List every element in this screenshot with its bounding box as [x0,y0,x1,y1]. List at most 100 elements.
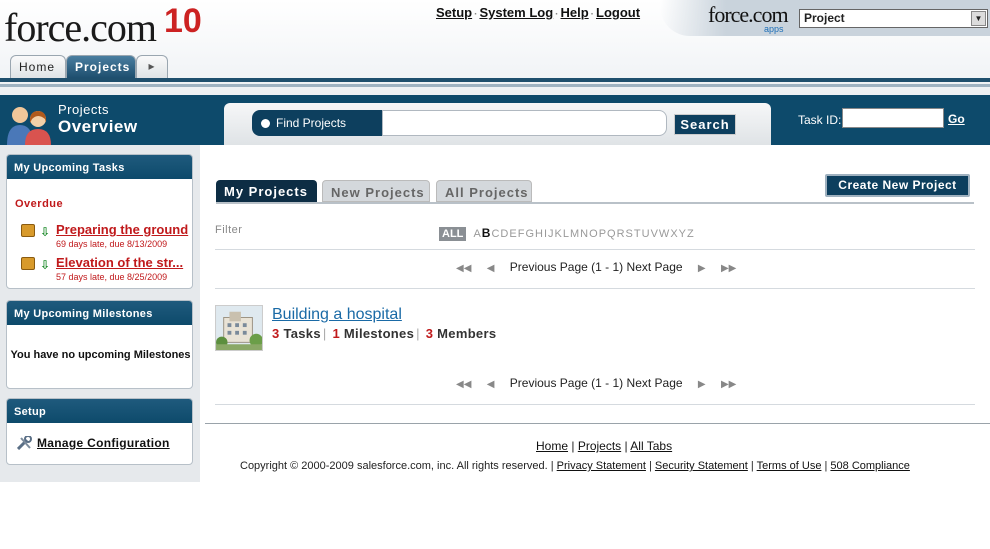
filter-letter[interactable]: L [563,228,569,240]
footer-projects-link[interactable]: Projects [578,439,621,453]
filter-letter[interactable]: U [642,228,650,240]
filter-letter[interactable]: K [555,228,562,240]
app-select[interactable]: Project ▼ [799,9,988,28]
filter-letter[interactable]: V [651,228,658,240]
first-page-icon[interactable]: ◀◀ [456,379,471,390]
tab-projects[interactable]: Projects [66,55,136,78]
upcoming-tasks-box: My Upcoming Tasks Overdue ⇩ Preparing th… [6,154,193,289]
filter-letter[interactable]: F [518,228,525,240]
chevron-down-icon[interactable]: ▼ [971,11,986,26]
security-statement-link[interactable]: Security Statement [655,460,748,472]
task-folder-icon [21,257,35,270]
prev-page-icon[interactable]: ◀ [487,263,495,274]
filter-letter[interactable]: Q [607,228,616,240]
task-id-input[interactable] [842,108,944,128]
help-link[interactable]: Help [561,5,589,20]
filter-letter[interactable]: I [544,228,547,240]
pager-bottom: ◀◀ ◀ Previous Page (1 - 1) Next Page ▶ ▶… [456,376,736,390]
next-page-link[interactable]: Next Page [627,260,683,274]
filter-letter[interactable]: R [617,228,625,240]
link-separator: · [474,9,478,20]
filter-letter[interactable]: P [599,228,606,240]
tab-my-projects[interactable]: My Projects [216,180,317,202]
filter-letter[interactable]: J [548,228,554,240]
logout-link[interactable]: Logout [596,5,640,20]
project-name-link[interactable]: Building a hospital [272,306,402,324]
system-log-link[interactable]: System Log [479,5,553,20]
filter-letter[interactable]: T [634,228,641,240]
filter-letter[interactable]: A [473,228,480,240]
tasks-label: Tasks [283,326,321,341]
upcoming-tasks-title: My Upcoming Tasks [7,155,192,179]
filter-letter[interactable]: C [491,228,499,240]
divider [215,404,975,405]
logo-badge: 10 [164,2,202,40]
task-due: 69 days late, due 8/13/2009 [56,239,168,249]
setup-title: Setup [7,399,192,423]
milestones-label: Milestones [343,326,415,341]
page-range: (1 - 1) [591,376,624,390]
filter-letter[interactable]: E [509,228,516,240]
last-page-icon[interactable]: ▶▶ [721,263,736,274]
search-button[interactable]: Search [674,114,736,135]
find-projects-label: Find Projects [252,110,382,136]
footer-home-link[interactable]: Home [536,439,568,453]
page-title-small: Projects [58,102,109,117]
search-panel: Find Projects Search [224,103,771,145]
task-id-go-link[interactable]: Go [948,112,965,126]
members-count: 3 [425,326,434,341]
task-due: 57 days late, due 8/25/2009 [56,272,168,282]
next-page-link[interactable]: Next Page [627,376,683,390]
previous-page-link[interactable]: Previous Page [510,260,588,274]
find-projects-text: Find Projects [276,116,347,130]
tab-home[interactable]: Home [10,55,66,78]
task-folder-icon [21,224,35,237]
tab-more-arrow-icon[interactable]: ▸ [136,55,168,78]
divider [215,288,975,289]
tab-all-projects[interactable]: All Projects [436,180,532,202]
top-header: force.com 10 Setup · System Log · Help · Logou… [0,0,990,95]
stats-separator: | [416,326,420,341]
project-tabs-underline [216,202,974,204]
prev-page-icon[interactable]: ◀ [487,379,495,390]
force-com-apps-logo: force.com apps [708,2,789,34]
logo-wordmark: force.com [4,5,157,50]
filter-letter[interactable]: H [535,228,543,240]
first-page-icon[interactable]: ◀◀ [456,263,471,274]
tabbar-divider [0,78,990,82]
manage-configuration-link[interactable]: Manage Configuration [37,436,170,450]
filter-letter[interactable]: W [659,228,669,240]
filter-letter[interactable]: B [482,226,491,240]
task-link[interactable]: Elevation of the str... [56,255,183,270]
footer-all-tabs-link[interactable]: All Tabs [630,439,672,453]
filter-letter[interactable]: Y [679,228,686,240]
create-new-project-button[interactable]: Create New Project [825,174,970,197]
previous-page-link[interactable]: Previous Page [510,376,588,390]
members-label: Members [437,326,497,341]
filter-letter[interactable]: G [525,228,534,240]
filter-letter[interactable]: M [570,228,579,240]
pager-top: ◀◀ ◀ Previous Page (1 - 1) Next Page ▶ ▶… [456,260,736,274]
filter-letter[interactable]: Z [687,228,694,240]
link-separator: · [555,9,559,20]
next-page-icon[interactable]: ▶ [698,263,706,274]
508-compliance-link[interactable]: 508 Compliance [830,460,910,472]
last-page-icon[interactable]: ▶▶ [721,379,736,390]
filter-letter[interactable]: N [580,228,588,240]
arrow-down-icon: ⇩ [40,225,51,239]
next-page-icon[interactable]: ▶ [698,379,706,390]
filter-letter[interactable]: O [589,228,598,240]
tasks-count: 3 [272,326,280,341]
privacy-statement-link[interactable]: Privacy Statement [557,460,646,472]
task-link[interactable]: Preparing the ground [56,222,188,237]
terms-of-use-link[interactable]: Terms of Use [757,460,822,472]
filter-letter[interactable]: X [670,228,677,240]
tab-new-projects[interactable]: New Projects [322,180,430,202]
filter-all[interactable]: ALL [439,227,467,241]
filter-letter[interactable]: D [500,228,508,240]
search-input[interactable] [382,110,667,136]
filter-letter[interactable]: S [626,228,633,240]
page-title-big: Overview [58,117,138,136]
project-thumbnail [215,305,263,351]
setup-link[interactable]: Setup [436,5,472,20]
